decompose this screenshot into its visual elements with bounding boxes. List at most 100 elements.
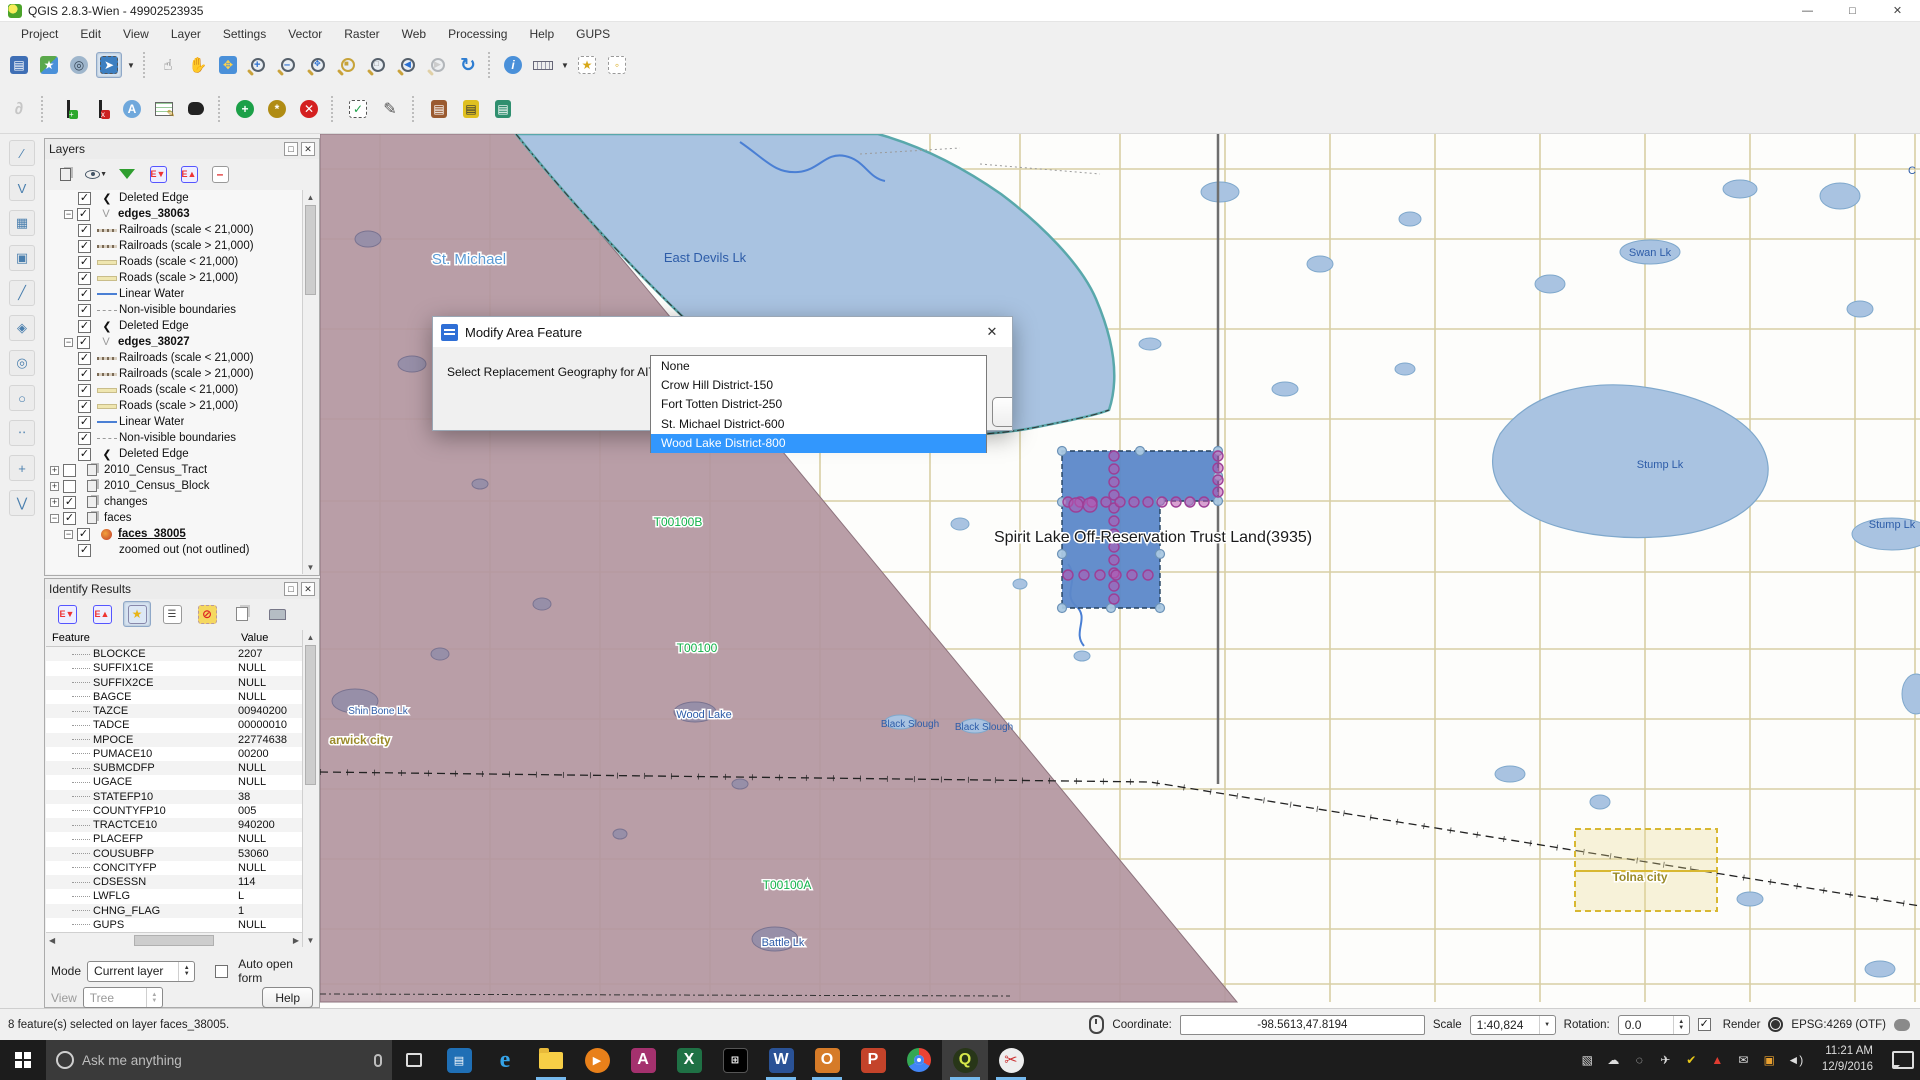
layer-row[interactable]: ✓Railroads (scale < 21,000) (46, 350, 302, 366)
attribute-row[interactable]: TADCE00000010 (46, 718, 302, 732)
antivirus-icon[interactable]: ✔ (1684, 1053, 1699, 1068)
mouse-position-icon[interactable] (1089, 1015, 1104, 1034)
expand-icon[interactable]: − (64, 338, 73, 347)
menu-item-layer[interactable]: Layer (160, 24, 212, 44)
deselect-features-icon[interactable]: ◦ (604, 52, 630, 78)
geocode-tool-icon[interactable]: ○ (9, 385, 35, 411)
layer-row[interactable]: +2010_Census_Tract (46, 462, 302, 478)
layer-checkbox[interactable]: ✓ (78, 320, 91, 333)
layer-checkbox[interactable]: ✓ (78, 288, 91, 301)
menu-item-raster[interactable]: Raster (333, 24, 390, 44)
attribute-row[interactable]: STATEFP1038 (46, 790, 302, 804)
mail-icon[interactable]: ✉ (1736, 1053, 1751, 1068)
expand-icon[interactable]: + (50, 498, 59, 507)
draw-line-icon[interactable]: ╱ (9, 280, 35, 306)
layer-row[interactable]: −✓faces (46, 510, 302, 526)
dropdown-option[interactable]: St. Michael District-600 (651, 414, 986, 433)
menu-item-web[interactable]: Web (391, 24, 437, 44)
dropdown-option[interactable]: Wood Lake District-800 (651, 434, 986, 453)
split-feature-icon[interactable]: ⋁ (9, 490, 35, 516)
layer-row[interactable]: ✓Roads (scale < 21,000) (46, 382, 302, 398)
expand-icon[interactable]: + (50, 466, 59, 475)
globe-zoom-icon[interactable]: ◎ (66, 52, 92, 78)
microphone-icon[interactable] (374, 1054, 382, 1067)
export-changes-icon[interactable]: ▤ (458, 96, 484, 122)
measure-icon[interactable] (530, 52, 556, 78)
dropdown-option[interactable]: Fort Totten District-250 (651, 395, 986, 414)
layer-row[interactable]: ✓Railroads (scale < 21,000) (46, 222, 302, 238)
vertex-tool-icon[interactable]: V (9, 175, 35, 201)
node-edit-icon[interactable]: ⋅⋅ (9, 420, 35, 446)
sketch-tool-icon[interactable]: ✎ (377, 96, 403, 122)
grab-tool-icon[interactable] (183, 96, 209, 122)
layer-checkbox[interactable]: ✓ (77, 528, 90, 541)
float-panel-icon[interactable]: □ (284, 142, 298, 156)
delete-linear-feature-icon[interactable]: x (87, 96, 113, 122)
menu-item-edit[interactable]: Edit (69, 24, 112, 44)
minimize-button[interactable]: — (1785, 0, 1830, 22)
task-view-button[interactable] (392, 1040, 436, 1080)
attribute-row[interactable]: TRACTCE10940200 (46, 818, 302, 832)
rotation-spinbox[interactable]: 0.0▲▼ (1618, 1015, 1690, 1035)
attribute-row[interactable]: TAZCE00940200 (46, 704, 302, 718)
layer-checkbox[interactable]: ✓ (77, 208, 90, 221)
zoom-full-icon[interactable]: ✥ (305, 52, 331, 78)
layer-checkbox[interactable]: ✓ (78, 192, 91, 205)
attribute-row[interactable]: SUFFIX2CENULL (46, 676, 302, 690)
word-icon[interactable]: W (758, 1040, 804, 1080)
expand-tree-icon[interactable]: E▼ (53, 601, 81, 627)
layer-checkbox[interactable]: ✓ (78, 272, 91, 285)
add-area-icon[interactable]: + (232, 96, 258, 122)
coordinate-field[interactable]: -98.5613,47.8194 (1180, 1015, 1425, 1035)
zoom-out-icon[interactable]: – (275, 52, 301, 78)
attribute-row[interactable]: CDSESSN114 (46, 875, 302, 889)
close-button[interactable]: ✕ (1875, 0, 1920, 22)
dropdown-option[interactable]: Crow Hill District-150 (651, 375, 986, 394)
expand-icon[interactable]: + (50, 482, 59, 491)
attribute-row[interactable]: MPOCE22774638 (46, 733, 302, 747)
expand-icon[interactable]: − (50, 514, 59, 523)
copy-feature-icon[interactable] (228, 601, 256, 627)
menu-item-view[interactable]: View (112, 24, 160, 44)
layer-checkbox[interactable]: ✓ (63, 496, 76, 509)
identify-scrollbar[interactable]: ▲ ▼ (302, 630, 318, 947)
layer-row[interactable]: ✓Roads (scale < 21,000) (46, 254, 302, 270)
chrome-icon[interactable] (896, 1040, 942, 1080)
layer-checkbox[interactable]: ✓ (78, 448, 91, 461)
feature-column-header[interactable]: Feature (46, 632, 241, 644)
media-player-icon[interactable]: ▶ (574, 1040, 620, 1080)
zoom-to-selection-icon[interactable]: ■ (335, 52, 361, 78)
expand-icon[interactable]: − (64, 210, 73, 219)
attribute-row[interactable]: LWFLGL (46, 889, 302, 903)
zoom-in-icon[interactable]: + (245, 52, 271, 78)
layer-checkbox[interactable]: ✓ (78, 544, 91, 557)
layer-row[interactable]: −✓Vedges_38063 (46, 206, 302, 222)
float-panel-icon[interactable]: □ (284, 582, 298, 596)
add-linear-feature-icon[interactable]: + (55, 96, 81, 122)
layer-row[interactable]: ✓Non-visible boundaries (46, 302, 302, 318)
label-tool-icon[interactable]: A (119, 96, 145, 122)
layer-row[interactable]: +✓changes (46, 494, 302, 510)
form-view-icon[interactable]: ☰ (158, 601, 186, 627)
action-center-icon[interactable] (1892, 1051, 1914, 1069)
settings-app-icon[interactable]: ▤ (436, 1040, 482, 1080)
refresh-map-icon[interactable]: ↻ (455, 52, 481, 78)
grid-tool-icon[interactable]: ▦ (9, 210, 35, 236)
expand-all-icon[interactable]: E▼ (146, 162, 170, 186)
file-explorer-icon[interactable] (528, 1040, 574, 1080)
view-combo[interactable]: Tree ▲▼ (83, 987, 163, 1008)
filter-legend-icon[interactable] (115, 162, 139, 186)
layer-checkbox[interactable]: ✓ (63, 512, 76, 525)
layer-checkbox[interactable]: ✓ (78, 304, 91, 317)
validate-edits-icon[interactable]: ✓ (345, 96, 371, 122)
close-panel-icon[interactable]: ✕ (301, 582, 315, 596)
manage-visibility-icon[interactable]: ▼ (84, 162, 108, 186)
menu-item-help[interactable]: Help (518, 24, 565, 44)
acrobat-icon[interactable]: ▲ (1710, 1053, 1725, 1068)
attribute-row[interactable]: COUSUBFP53060 (46, 847, 302, 861)
touch-zoom-icon[interactable]: ☝ (155, 52, 181, 78)
attribute-row[interactable]: SUBMCDFPNULL (46, 761, 302, 775)
messages-icon[interactable] (1894, 1019, 1910, 1031)
menu-item-project[interactable]: Project (10, 24, 69, 44)
edge-icon[interactable]: e (482, 1040, 528, 1080)
